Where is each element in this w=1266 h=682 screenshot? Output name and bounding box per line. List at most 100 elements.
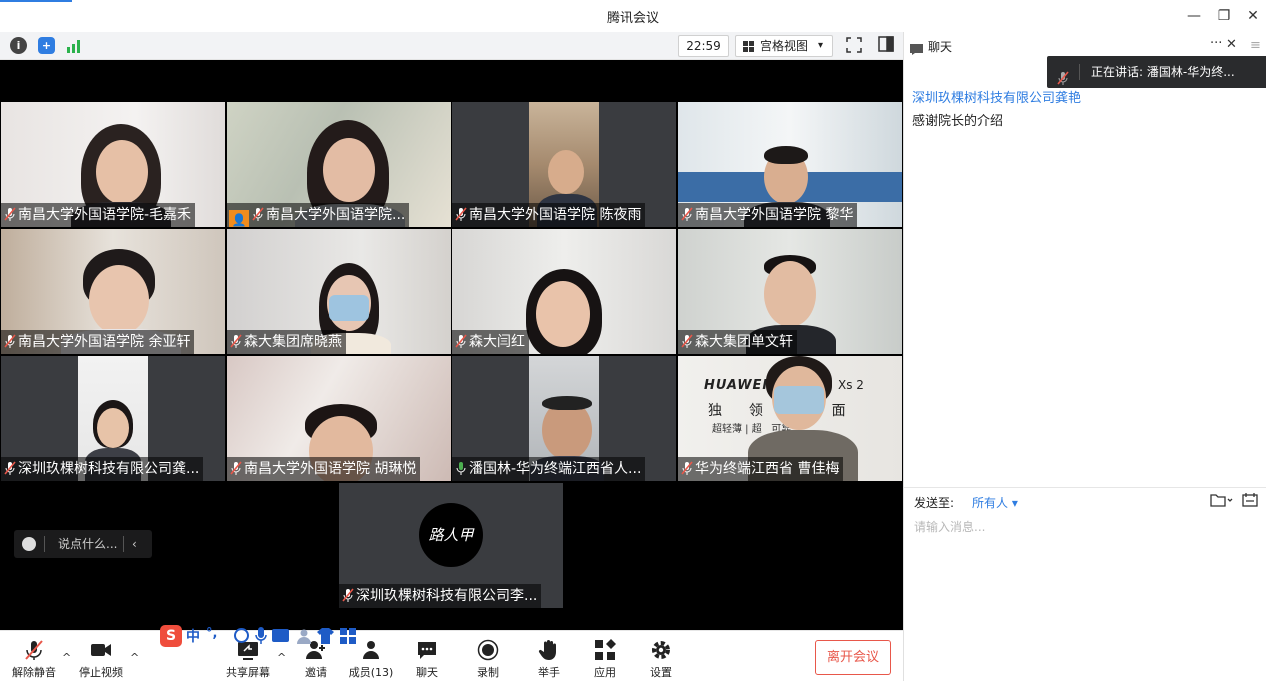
info-icon[interactable]: i [10,37,27,54]
collapse-icon[interactable]: ‹ [132,530,137,558]
window-title: 腾讯会议 [606,11,659,26]
mic-muted-icon [252,205,264,221]
mic-muted-icon [4,332,16,348]
share-options-caret[interactable]: ^ [277,651,286,664]
close-chat-button[interactable]: ✕ [1226,37,1237,52]
meeting-timer: 22:59 [678,35,729,57]
video-tile[interactable]: 南昌大学外国语学院 胡琳悦 [227,356,451,481]
video-tile-active-speaker[interactable]: 潘国林-华为终端江西省人... [452,356,676,481]
sidebar-toggle-icon[interactable] [878,36,894,52]
video-options-caret[interactable]: ^ [130,651,139,664]
ime-language-toggle[interactable]: 中 [186,626,200,646]
sogou-ime-icon[interactable]: S [160,625,182,647]
ime-emoji-icon[interactable] [234,628,249,643]
chat-header: 聊天 ··· ✕ ≡ [904,32,1266,59]
video-tile[interactable]: 南昌大学外国语学院 陈夜雨 [452,102,676,227]
participant-name-label: 深圳玖棵树科技有限公司龚... [1,457,204,481]
mic-muted-icon [342,586,354,602]
close-window-button[interactable]: ✕ [1240,6,1266,26]
participant-name-label: 南昌大学外国语学院 余亚轩 [1,330,195,354]
participant-name-label: 潘国林-华为终端江西省人... [452,457,646,481]
participant-face [96,140,148,204]
camera-icon [90,639,112,661]
more-options-icon[interactable]: ··· [1210,36,1222,51]
screenshot-icon[interactable] [1242,492,1258,508]
chat-title: 聊天 [928,40,953,54]
chat-compose-area: 发送至: 所有人 ▾ [904,487,1266,682]
mic-options-caret[interactable]: ^ [62,651,71,664]
video-tile[interactable]: HUAWEI Xs 2 独 领 面 超轻薄 | 超 可靠 华为终端江西省 曹佳梅 [678,356,902,481]
host-icon: 👤 [229,210,249,227]
menu-icon[interactable]: ≡ [1250,38,1261,53]
quick-chat-placeholder: 说点什么... [58,537,118,551]
ime-punctuation-toggle[interactable]: °, [206,626,217,641]
mic-muted-icon [681,459,693,475]
ime-toolbar: S 中 °, [160,624,364,648]
record-button[interactable]: 录制 [458,639,518,680]
fullscreen-icon[interactable] [846,37,862,53]
face-mask [329,295,369,321]
mic-muted-icon [4,459,16,475]
chat-sender[interactable]: 深圳玖棵树科技有限公司龚艳 [912,87,1081,106]
network-signal-icon[interactable] [66,38,82,53]
apps-button[interactable]: 应用 [575,639,635,680]
video-tile[interactable]: 森大闫红 [452,229,676,354]
participant-face [89,265,149,335]
participant-name-label: 👤 南昌大学外国语学院... [227,203,410,227]
video-tile[interactable]: 森大集团单文轩 [678,229,902,354]
chat-panel: 聊天 ··· ✕ ≡ 正在讲话: 潘国林-华为终... 深圳玖棵树科技有限公司龚… [903,32,1266,681]
participant-name-label: 深圳玖棵树科技有限公司李... [339,584,542,608]
mic-muted-icon [230,332,242,348]
poster-model: Xs 2 [838,378,864,392]
ime-user-icon[interactable] [296,628,312,644]
chat-icon [416,639,438,661]
video-tile[interactable]: 南昌大学外国语学院 黎华 [678,102,902,227]
video-tile[interactable]: 南昌大学外国语学院 余亚轩 [1,229,225,354]
restore-button[interactable]: ❐ [1211,6,1237,26]
chat-icon [910,40,923,55]
participant-face [764,261,816,327]
participant-name-label: 南昌大学外国语学院 陈夜雨 [452,203,646,227]
video-tile[interactable]: 路人甲 深圳玖棵树科技有限公司李... [339,483,563,608]
video-grid: 南昌大学外国语学院-毛嘉禾 👤 南昌大学外国语学院... 南昌大学外国语学院 陈夜… [0,60,903,630]
view-mode-dropdown[interactable]: 宫格视图 ▾ [735,35,833,57]
mic-muted-icon [681,332,693,348]
chat-button[interactable]: 聊天 [397,639,457,680]
recipient-dropdown[interactable]: 所有人 ▾ [972,494,1018,511]
send-to-label: 发送至: [914,496,955,510]
ime-voice-icon[interactable] [255,627,267,644]
file-folder-icon[interactable] [1210,492,1234,508]
title-bar: 腾讯会议 — ❐ ✕ [0,0,1266,32]
face-mask [774,386,824,414]
stop-video-button[interactable]: 停止视频 [71,639,131,680]
emoji-icon[interactable] [22,537,36,551]
settings-button[interactable]: 设置 [631,639,691,680]
mic-muted-icon [1057,65,1069,85]
grid-view-icon [743,41,754,52]
video-tile[interactable]: 森大集团席晓燕 [227,229,451,354]
quick-chat-bar[interactable]: 说点什么... ‹ [14,530,152,558]
ime-skin-icon[interactable] [317,628,334,644]
video-tile[interactable]: 👤 南昌大学外国语学院... [227,102,451,227]
chevron-down-icon: ▾ [818,40,824,51]
participant-name-label: 南昌大学外国语学院-毛嘉禾 [1,203,196,227]
ime-keyboard-icon[interactable] [272,629,289,642]
minimize-button[interactable]: — [1181,6,1207,26]
poster-brand: HUAWEI [704,378,769,393]
video-tile[interactable]: 深圳玖棵树科技有限公司龚... [1,356,225,481]
participant-face [536,281,590,347]
security-shield-icon[interactable]: + [38,37,55,54]
speaking-indicator: 正在讲话: 潘国林-华为终... [1047,56,1266,88]
participant-name-label: 森大集团单文轩 [678,330,797,354]
hand-icon [538,639,560,661]
chat-message-input[interactable] [912,516,1256,538]
meeting-top-bar: i + 22:59 宫格视图 ▾ [0,32,903,60]
unmute-button[interactable]: 解除静音 [4,639,64,680]
raise-hand-button[interactable]: 举手 [519,639,579,680]
participant-name-label: 森大集团席晓燕 [227,330,346,354]
mic-muted-icon [23,639,45,661]
leave-meeting-button[interactable]: 离开会议 [815,640,891,675]
video-tile[interactable]: 南昌大学外国语学院-毛嘉禾 [1,102,225,227]
mic-muted-icon [455,205,467,221]
ime-toolbox-icon[interactable] [340,628,356,644]
